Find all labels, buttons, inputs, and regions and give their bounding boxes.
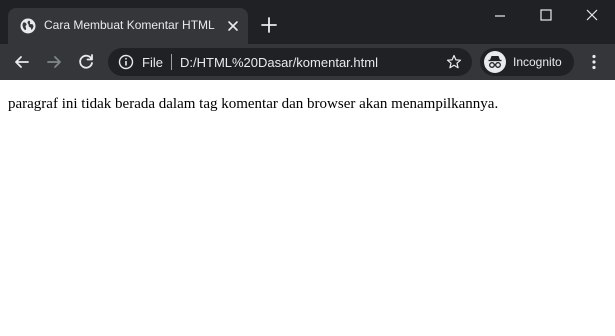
incognito-profile-button[interactable]: Incognito <box>480 48 574 76</box>
new-tab-icon[interactable] <box>260 16 278 34</box>
forward-arrow-icon[interactable] <box>44 52 64 72</box>
minimize-icon[interactable] <box>477 0 523 32</box>
address-bar[interactable]: File D:/HTML%20Dasar/komentar.html <box>108 48 472 76</box>
browser-tab[interactable]: Cara Membuat Komentar HTML <box>8 8 248 44</box>
globe-icon <box>20 18 36 34</box>
browser-toolbar: File D:/HTML%20Dasar/komentar.html Incog… <box>0 44 615 80</box>
page-paragraph: paragraf ini tidak berada dalam tag kome… <box>8 96 499 112</box>
scheme-label: File <box>142 55 163 70</box>
close-icon[interactable] <box>226 19 240 33</box>
info-icon[interactable] <box>118 54 134 70</box>
window-close-icon[interactable] <box>569 0 615 32</box>
page-content: paragraf ini tidak berada dalam tag kome… <box>0 80 615 336</box>
url-text[interactable]: D:/HTML%20Dasar/komentar.html <box>180 55 378 70</box>
incognito-label: Incognito <box>513 55 562 69</box>
reload-icon[interactable] <box>76 52 96 72</box>
more-menu-icon[interactable] <box>584 52 604 72</box>
back-arrow-icon[interactable] <box>12 52 32 72</box>
address-divider <box>171 54 172 70</box>
tab-title: Cara Membuat Komentar HTML <box>44 18 215 32</box>
bookmark-star-icon[interactable] <box>446 54 462 70</box>
maximize-icon[interactable] <box>523 0 569 32</box>
title-bar: Cara Membuat Komentar HTML <box>0 0 615 44</box>
incognito-icon <box>484 51 506 73</box>
